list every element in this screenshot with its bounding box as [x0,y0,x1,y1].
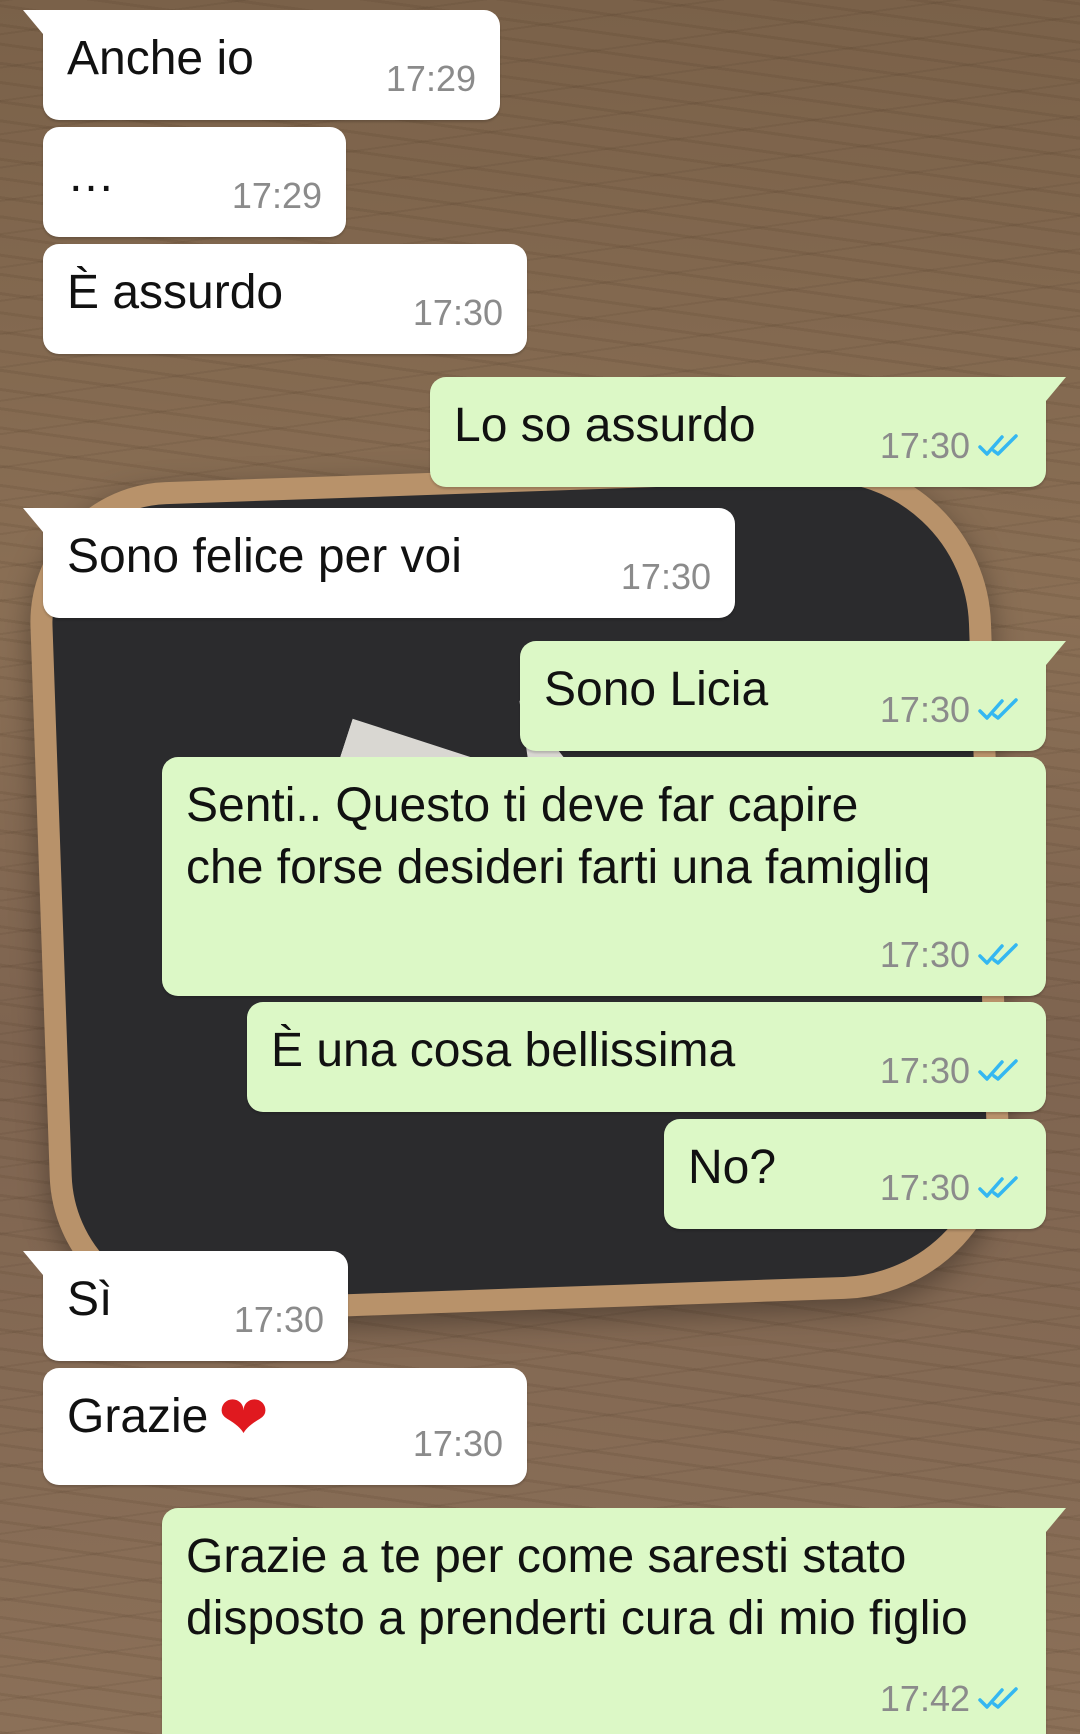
outgoing-message[interactable]: Lo so assurdo 17:30 [430,377,1066,487]
read-ticks-icon [978,943,1018,965]
message-time: 17:30 [879,689,970,730]
message-text: Senti.. Questo ti deve far capire che fo… [186,779,931,894]
message-time: 17:30 [879,425,970,466]
message-time: 17:30 [412,292,503,333]
message-time: 17:30 [879,934,970,975]
outgoing-message[interactable]: Sono Licia 17:30 [520,641,1066,751]
message-time: 17:30 [879,1167,970,1208]
read-ticks-icon [978,698,1018,720]
chat-message-list[interactable]: Anche io 17:29 … 17:29 È assurdo 17:30 L… [0,0,1080,1734]
message-time: 17:30 [233,1299,324,1340]
incoming-message[interactable]: È assurdo 17:30 [43,244,527,354]
incoming-message[interactable]: Grazie ❤ 17:30 [43,1368,527,1485]
outgoing-message[interactable]: Grazie a te per come saresti stato dispo… [162,1508,1066,1734]
message-text: Sono felice per voi [67,530,462,583]
message-time: 17:30 [620,556,711,597]
message-time: 17:42 [879,1678,970,1719]
read-ticks-icon [978,1059,1018,1081]
incoming-message[interactable]: Sì 17:30 [23,1251,348,1361]
read-ticks-icon [978,1176,1018,1198]
message-time: 17:29 [385,58,476,99]
read-ticks-icon [978,1687,1018,1709]
message-time: 17:30 [879,1050,970,1091]
heart-emoji-icon: ❤ [218,1384,269,1451]
message-text-content: Grazie [67,1390,209,1443]
outgoing-message[interactable]: No? 17:30 [664,1119,1046,1229]
message-time: 17:29 [231,175,322,216]
outgoing-message[interactable]: Senti.. Questo ti deve far capire che fo… [162,757,1046,996]
incoming-message[interactable]: Anche io 17:29 [23,10,500,120]
message-time: 17:30 [412,1423,503,1464]
incoming-message[interactable]: Sono felice per voi 17:30 [23,508,735,618]
message-text: Grazie a te per come saresti stato dispo… [186,1530,968,1645]
read-ticks-icon [978,434,1018,456]
incoming-message[interactable]: … 17:29 [43,127,346,237]
outgoing-message[interactable]: È una cosa bellissima 17:30 [247,1002,1046,1112]
